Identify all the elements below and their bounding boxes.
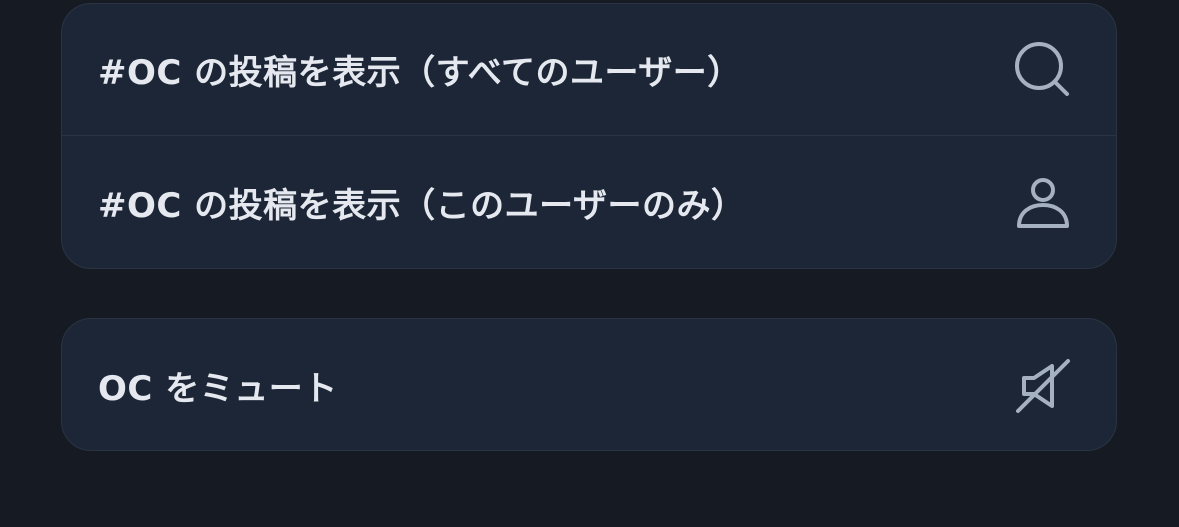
hashtag-options-menu: #OC の投稿を表示（すべてのユーザー） #OC の投稿を表示（このユーザーのみ… xyxy=(61,3,1117,269)
search-icon xyxy=(1014,41,1072,99)
menu-item-view-all-posts[interactable]: #OC の投稿を表示（すべてのユーザー） xyxy=(62,4,1116,136)
menu-item-label: #OC の投稿を表示（このユーザーのみ） xyxy=(98,186,746,226)
mute-options-menu: OC をミュート xyxy=(61,318,1117,451)
menu-item-label: OC をミュート xyxy=(98,369,338,409)
menu-item-label: #OC の投稿を表示（すべてのユーザー） xyxy=(98,53,742,93)
menu-item-mute[interactable]: OC をミュート xyxy=(62,319,1116,450)
person-icon xyxy=(1014,174,1072,232)
menu-item-view-user-posts[interactable]: #OC の投稿を表示（このユーザーのみ） xyxy=(62,136,1116,268)
mute-icon xyxy=(1014,357,1072,415)
